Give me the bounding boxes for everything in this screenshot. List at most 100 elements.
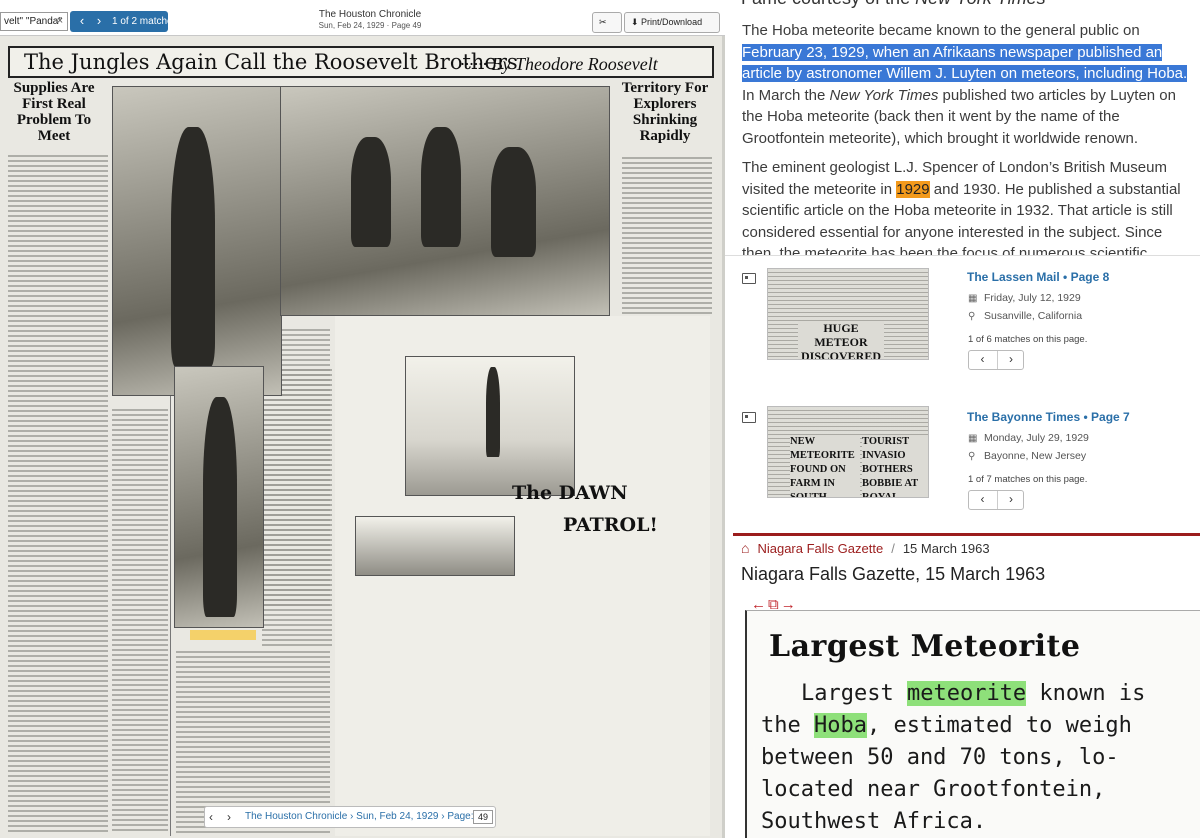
text-column: [262, 366, 332, 646]
p1-italic: New York Times: [829, 86, 939, 104]
find-highlight: 1929: [896, 180, 930, 198]
calendar-icon: ▦: [968, 433, 978, 444]
text-column: [8, 152, 108, 832]
location-pin-icon: ⚲: [968, 451, 976, 462]
result-thumbnail[interactable]: HUGE METEOR DISCOVERED IN SOUTH AFRICA: [767, 268, 929, 360]
explorer-figure: [491, 147, 536, 257]
page-byline: ······ By Theodore Roosevelt: [460, 54, 658, 74]
result-location-text: Bayonne, New Jersey: [984, 450, 1087, 462]
previous-match-button[interactable]: ‹: [73, 11, 91, 32]
subhead-right: Territory For Explorers Shrinking Rapidl…: [621, 80, 709, 144]
breadcrumb[interactable]: The Houston Chronicle › Sun, Feb 24, 192…: [245, 807, 473, 827]
next-match-button[interactable]: ›: [997, 491, 1024, 509]
newspaper-icon: [742, 412, 756, 423]
search-result[interactable]: HUGE METEOR DISCOVERED IN SOUTH AFRICA T…: [725, 260, 1200, 390]
text-column: [112, 406, 168, 832]
explorer-figure: [351, 137, 391, 247]
soldier-figure: [486, 367, 500, 457]
group-photo: [280, 86, 610, 316]
breadcrumb-current: 15 March 1963: [902, 541, 990, 556]
selected-text[interactable]: February 23, 1929, when an Afrikaans new…: [742, 43, 1188, 82]
search-match-highlight[interactable]: [190, 630, 256, 640]
clipping-line: located near Grootfontein,: [761, 777, 1106, 802]
home-icon[interactable]: ⌂: [741, 540, 749, 556]
p1-text: The Hoba meteorite became known to the g…: [742, 22, 1140, 39]
explorer-figure: [171, 127, 215, 367]
dawn-patrol-section: [335, 316, 710, 836]
search-match-highlight: Hoba: [813, 713, 867, 738]
newspaper-viewer: velt" "Panda" × ‹ › 1 of 2 matches The H…: [0, 0, 725, 838]
page-breadcrumb-nav: ‹ › The Houston Chronicle › Sun, Feb 24,…: [204, 806, 496, 828]
thumbnail-headline: HUGE METEOR DISCOVERED IN SOUTH AFRICA: [798, 321, 884, 359]
result-location-text: Susanville, California: [984, 310, 1083, 322]
dawn-patrol-title-2: PATROL!: [563, 514, 658, 536]
page-number-input[interactable]: 49: [473, 810, 493, 824]
subhead-left: Supplies Are First Real Problem To Meet: [13, 80, 95, 144]
match-count: 1 of 2 matches: [112, 16, 178, 27]
clipping-line: the Hoba, estimated to weigh: [761, 713, 1132, 738]
previous-page-button[interactable]: ‹: [209, 807, 213, 827]
gazette-viewer: ⌂ Niagara Falls Gazette / 15 March 1963 Nia…: [733, 533, 1200, 838]
result-match-pager: ‹ ›: [968, 490, 1024, 510]
clipping-line: Southwest Africa.: [761, 809, 987, 834]
breadcrumb-link[interactable]: Niagara Falls Gazette: [757, 541, 883, 556]
clip-text: known is: [1026, 681, 1146, 706]
clear-search-icon[interactable]: ×: [54, 15, 66, 27]
result-date: ▦ Monday, July 29, 1929: [968, 432, 1089, 444]
clip-text: , estimated to weigh: [866, 713, 1132, 738]
explorer-figure: [421, 127, 461, 247]
page-headline: The Jungles Again Call the Roosevelt Bro…: [24, 50, 518, 74]
result-location: ⚲ Susanville, California: [968, 310, 1082, 322]
result-match-count: 1 of 7 matches on this page.: [968, 474, 1088, 485]
soldier-illustration: [405, 356, 575, 496]
newspaper-clipping: Largest Meteorite Largest meteorite know…: [745, 610, 1200, 838]
thumbnail-headline: NEW METEORITE FOUND ON FARM IN SOUTH AFR…: [790, 435, 860, 497]
location-pin-icon: ⚲: [968, 311, 976, 322]
result-title[interactable]: The Bayonne Times • Page 7: [967, 410, 1130, 424]
previous-match-button[interactable]: ‹: [969, 491, 996, 509]
p1-text-2: In March the: [742, 86, 830, 104]
article-excerpt: Fame courtesy of the New York Times The …: [725, 0, 1200, 260]
article-paragraph-2: The eminent geologist L.J. Spencer of Lo…: [742, 157, 1190, 260]
page-title: Niagara Falls Gazette, 15 March 1963: [741, 564, 1046, 584]
newspaper-page[interactable]: The Jungles Again Call the Roosevelt Bro…: [0, 36, 722, 838]
clip-button[interactable]: ✂: [592, 12, 622, 33]
match-navigator: ‹ › 1 of 2 matches: [70, 11, 178, 32]
heading-text: Fame courtesy of the: [741, 0, 915, 8]
result-date-text: Friday, July 12, 1929: [984, 292, 1081, 304]
next-match-button[interactable]: ›: [90, 11, 108, 32]
breadcrumb: ⌂ Niagara Falls Gazette / 15 March 1963: [741, 540, 990, 556]
search-match-highlight: meteorite: [906, 681, 1027, 706]
next-match-button[interactable]: ›: [997, 351, 1024, 369]
next-page-button[interactable]: ›: [227, 807, 231, 827]
result-title[interactable]: The Lassen Mail • Page 8: [967, 270, 1109, 284]
dawn-patrol-title: The DAWN: [512, 482, 628, 504]
explorer-photo: [112, 86, 282, 396]
download-icon: ⬇: [631, 17, 642, 27]
result-date-text: Monday, July 29, 1929: [984, 432, 1089, 444]
scissors-icon: ✂: [599, 17, 607, 27]
clipping-line: Largest meteorite known is: [801, 681, 1145, 706]
thumbnail-headline-2: TOURIST INVASIO BOTHERS BOBBIE AT ROYAL …: [862, 435, 928, 497]
article-heading: Fame courtesy of the New York Times: [741, 0, 1046, 9]
result-match-count: 1 of 6 matches on this page.: [968, 334, 1088, 345]
headline-banner: The Jungles Again Call the Roosevelt Bro…: [8, 46, 714, 78]
print-download-button[interactable]: ⬇ Print/Download: [624, 12, 720, 33]
composite-screenshot: { "viewer": { "search_value": "velt\" \"…: [0, 0, 1200, 838]
viewer-toolbar: velt" "Panda" × ‹ › 1 of 2 matches The H…: [0, 0, 725, 36]
kermit-roosevelt-photo: [174, 366, 264, 628]
result-date: ▦ Friday, July 12, 1929: [968, 292, 1081, 304]
search-result[interactable]: NEW METEORITE FOUND ON FARM IN SOUTH AFR…: [725, 404, 1200, 533]
result-thumbnail[interactable]: NEW METEORITE FOUND ON FARM IN SOUTH AFR…: [767, 406, 929, 498]
calendar-icon: ▦: [968, 293, 978, 304]
print-download-label: Print/Download: [641, 17, 703, 27]
clip-text: Largest: [801, 681, 907, 706]
explorer-figure: [203, 397, 237, 617]
clipping-line: between 50 and 70 tons, lo-: [761, 745, 1119, 770]
heading-italic: New York Times: [915, 0, 1046, 8]
previous-match-button[interactable]: ‹: [969, 351, 996, 369]
breadcrumb-separator: /: [891, 541, 895, 556]
publication-title: The Houston Chronicle: [318, 9, 422, 20]
ship-illustration: [355, 516, 515, 576]
clipping-headline: Largest Meteorite: [769, 629, 1081, 664]
